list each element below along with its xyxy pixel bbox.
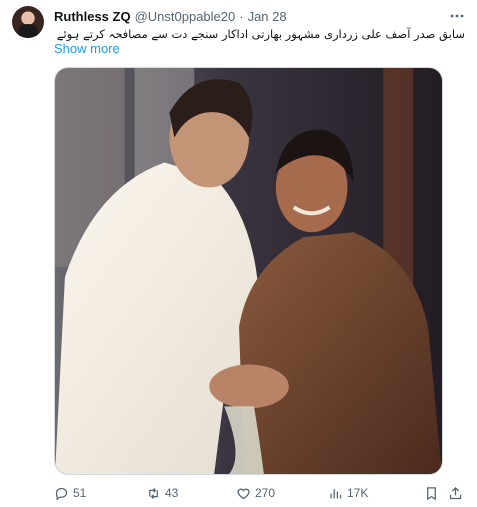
retweet-icon: [149, 487, 158, 499]
share-button[interactable]: [448, 486, 463, 501]
bookmark-button[interactable]: [424, 486, 439, 501]
tweet-text: سابق صدر آصف علی زرداری مشہور بھارتی ادا…: [54, 27, 465, 41]
avatar[interactable]: [12, 6, 44, 38]
retweet-count: 43: [165, 486, 179, 500]
like-button[interactable]: 270: [236, 486, 275, 501]
author-name[interactable]: Ruthless ZQ: [54, 9, 131, 24]
separator-dot: ·: [239, 8, 244, 24]
tweet-photo[interactable]: [54, 67, 443, 475]
share-icon: [449, 486, 462, 499]
reply-count: 51: [73, 486, 87, 500]
tweet-header: Ruthless ZQ @Unst0ppable20 · Jan 28: [54, 6, 287, 26]
bookmark-icon: [427, 486, 436, 500]
heart-icon: [237, 487, 250, 499]
show-more-link[interactable]: Show more: [54, 41, 120, 56]
reply-button[interactable]: 51: [54, 486, 86, 501]
like-count: 270: [255, 486, 276, 500]
tweet[interactable]: Ruthless ZQ @Unst0ppable20 · Jan 28 سابق…: [0, 0, 477, 507]
views-button[interactable]: 17K: [328, 486, 368, 501]
tweet-date[interactable]: Jan 28: [248, 9, 287, 24]
retweet-button[interactable]: 43: [146, 486, 178, 501]
action-bar: 51 43 270 17K: [54, 483, 465, 503]
views-count: 17K: [347, 486, 369, 500]
more-icon[interactable]: [447, 6, 467, 26]
views-icon: [330, 488, 342, 498]
author-handle[interactable]: @Unst0ppable20: [135, 9, 236, 24]
reply-icon: [55, 487, 68, 500]
